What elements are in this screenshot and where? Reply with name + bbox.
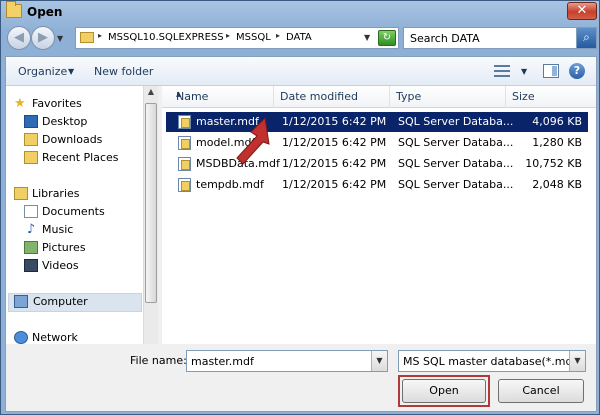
cancel-button[interactable]: Cancel [498, 379, 584, 403]
command-bar: Organize ▼ New folder ▼ ? [6, 57, 596, 86]
file-name-combobox: ▼ [186, 350, 388, 372]
sidebar-item-label: Desktop [42, 115, 88, 128]
sidebar-item-pictures[interactable]: Pictures [24, 240, 140, 257]
sidebar-item-label: Videos [42, 259, 79, 272]
view-options-dropdown-icon[interactable]: ▼ [521, 67, 527, 76]
network-icon [14, 331, 28, 344]
sidebar-item-label: Libraries [32, 187, 80, 200]
search-input[interactable] [404, 28, 574, 48]
sidebar-item-music[interactable]: ♪ Music [24, 222, 140, 239]
pictures-icon [24, 241, 38, 254]
database-file-icon [178, 157, 191, 171]
recent-locations-dropdown-icon[interactable]: ▼ [57, 34, 63, 43]
desktop-icon [24, 115, 38, 128]
sidebar-item-documents[interactable]: Documents [24, 204, 140, 221]
breadcrumb-mssql10-sqlexpress[interactable]: MSSQL10.SQLEXPRESS [108, 32, 224, 43]
address-dropdown-icon[interactable]: ▼ [364, 33, 370, 42]
navigation-pane: ★ Favorites Desktop Downloads Recent Pla… [6, 86, 158, 344]
scroll-up-icon[interactable]: ▲ [145, 87, 157, 101]
recent-places-icon [24, 151, 38, 164]
column-header-row: Name ▲ Date modified Type Size [162, 86, 596, 108]
column-header-size[interactable]: Size [506, 86, 596, 108]
address-bar[interactable]: ▸ MSSQL10.SQLEXPRESS ▸ MSSQL ▸ DATA ▼ ↻ [75, 27, 399, 49]
annotation-arrow-icon [236, 116, 270, 165]
folder-icon [6, 1, 22, 18]
sidebar-item-label: Network [32, 331, 78, 344]
scrollbar-thumb[interactable] [145, 103, 157, 303]
navigation-bar: ◀ ▶ ▼ ▸ MSSQL10.SQLEXPRESS ▸ MSSQL ▸ DAT… [5, 25, 597, 55]
organize-button[interactable]: Organize [18, 65, 67, 78]
folder-icon [80, 32, 94, 43]
documents-icon [24, 205, 38, 218]
sidebar-item-desktop[interactable]: Desktop [24, 114, 140, 131]
file-name-input[interactable] [187, 351, 369, 371]
libraries-icon [14, 187, 28, 200]
music-icon: ♪ [26, 222, 36, 237]
sidebar-item-label: Downloads [42, 133, 103, 146]
chevron-down-icon[interactable]: ▼ [68, 67, 74, 76]
star-icon: ★ [14, 96, 26, 111]
dialog-body: Organize ▼ New folder ▼ ? ★ Favorites De… [5, 56, 597, 412]
navigation-pane-scrollbar[interactable]: ▲ [143, 86, 158, 344]
computer-icon [14, 295, 28, 308]
refresh-button[interactable]: ↻ [378, 30, 396, 46]
search-icon[interactable]: ⌕ [576, 28, 596, 48]
chevron-down-icon[interactable]: ▼ [371, 351, 387, 371]
sidebar-item-label: Documents [42, 205, 105, 218]
table-row[interactable]: MSDBData.mdf 1/12/2015 6:42 PM SQL Serve… [166, 154, 588, 174]
database-file-icon [178, 136, 191, 150]
breadcrumb-data[interactable]: DATA [286, 32, 312, 43]
column-header-name[interactable]: Name ▲ [170, 86, 274, 108]
table-row[interactable]: master.mdf 1/12/2015 6:42 PM SQL Server … [166, 112, 588, 132]
chevron-down-icon[interactable]: ▼ [569, 351, 585, 371]
file-name-label: File name: [130, 354, 187, 367]
help-icon[interactable]: ? [569, 63, 585, 79]
column-header-date-modified[interactable]: Date modified [274, 86, 390, 108]
table-row[interactable]: tempdb.mdf 1/12/2015 6:42 PM SQL Server … [166, 175, 588, 195]
table-row[interactable]: model.mdf 1/12/2015 6:42 PM SQL Server D… [166, 133, 588, 153]
videos-icon [24, 259, 38, 272]
sidebar-item-videos[interactable]: Videos [24, 258, 140, 275]
sidebar-item-favorites[interactable]: ★ Favorites [14, 96, 140, 113]
database-file-icon [178, 115, 191, 129]
sidebar-item-libraries[interactable]: Libraries [14, 186, 140, 203]
file-type-select[interactable]: MS SQL master database(*.mdf ▼ [398, 350, 586, 372]
title-bar[interactable]: Open ✕ [1, 1, 599, 23]
dialog-footer: File name: ▼ MS SQL master database(*.md… [6, 345, 596, 411]
sidebar-item-label: Computer [33, 295, 88, 308]
forward-button[interactable]: ▶ [31, 26, 55, 50]
new-folder-button[interactable]: New folder [94, 65, 153, 78]
downloads-folder-icon [24, 133, 38, 146]
sidebar-item-computer[interactable]: Computer [8, 293, 142, 312]
sidebar-item-downloads[interactable]: Downloads [24, 132, 140, 149]
database-file-icon [178, 178, 191, 192]
change-view-icon[interactable] [494, 64, 510, 78]
file-type-value: MS SQL master database(*.mdf [403, 355, 577, 368]
search-box: ⌕ [403, 27, 597, 49]
sidebar-item-label: Music [42, 223, 74, 236]
close-button[interactable]: ✕ [567, 2, 597, 20]
back-button[interactable]: ◀ [7, 26, 31, 50]
chevron-right-icon[interactable]: ▸ [226, 31, 230, 40]
window-title: Open [27, 5, 63, 19]
chevron-right-icon[interactable]: ▸ [98, 31, 102, 40]
sidebar-item-network[interactable]: Network [14, 330, 140, 344]
open-button[interactable]: Open [402, 379, 486, 403]
sidebar-item-recent-places[interactable]: Recent Places [24, 150, 140, 167]
column-header-type[interactable]: Type [390, 86, 506, 108]
open-dialog: Open ✕ ◀ ▶ ▼ ▸ MSSQL10.SQLEXPRESS ▸ MSSQ… [0, 0, 600, 415]
sidebar-item-label: Pictures [42, 241, 86, 254]
sidebar-item-label: Recent Places [42, 151, 119, 164]
chevron-right-icon[interactable]: ▸ [276, 31, 280, 40]
file-list: Name ▲ Date modified Type Size master.md… [162, 86, 596, 344]
sort-ascending-icon: ▲ [176, 90, 182, 98]
preview-pane-icon[interactable] [543, 64, 559, 78]
breadcrumb-mssql[interactable]: MSSQL [236, 32, 271, 43]
sidebar-item-label: Favorites [32, 97, 82, 110]
